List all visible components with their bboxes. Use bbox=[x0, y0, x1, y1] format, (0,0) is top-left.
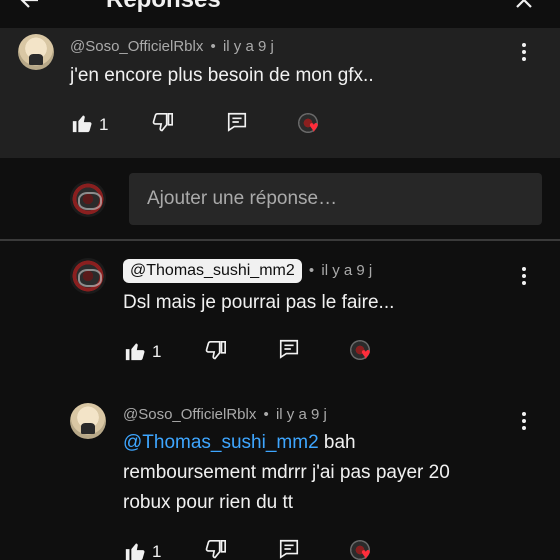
reply-input-box[interactable] bbox=[129, 173, 542, 225]
author-handle-highlighted[interactable]: @Thomas_sushi_mm2 bbox=[123, 259, 302, 283]
header: Réponses bbox=[0, 0, 560, 28]
like-count: 1 bbox=[99, 115, 109, 134]
current-user-avatar bbox=[70, 181, 106, 217]
like-count: 1 bbox=[152, 342, 162, 361]
separator-dot: • bbox=[308, 262, 315, 279]
arrow-left-icon[interactable] bbox=[18, 0, 42, 12]
reply-input[interactable] bbox=[129, 173, 542, 225]
comment-text: @Thomas_sushi_mm2 bah remboursement mdrr… bbox=[123, 432, 450, 513]
creator-heart: ♥ bbox=[350, 340, 380, 366]
mention-link[interactable]: @Thomas_sushi_mm2 bbox=[123, 432, 319, 453]
timestamp: il y a 9 j bbox=[275, 406, 327, 423]
comment-text: j'en encore plus besoin de mon gfx.. bbox=[70, 65, 374, 86]
thumbs-down-icon[interactable] bbox=[205, 340, 227, 362]
reply-icon[interactable] bbox=[278, 338, 300, 360]
close-icon[interactable] bbox=[512, 0, 536, 12]
heart-icon: ♥ bbox=[361, 346, 371, 363]
timestamp: il y a 9 j bbox=[222, 38, 274, 55]
thumbs-down-icon[interactable] bbox=[152, 112, 174, 134]
separator-dot: • bbox=[210, 38, 216, 55]
comment-meta: @Thomas_sushi_mm2 • il y a 9 j bbox=[123, 259, 372, 283]
avatar[interactable] bbox=[70, 403, 106, 439]
separator-dot: • bbox=[263, 406, 269, 423]
thumbs-up-icon[interactable] bbox=[124, 340, 146, 362]
comment-meta: @Soso_OfficielRblx • il y a 9 j bbox=[123, 406, 327, 423]
creator-heart: ♥ bbox=[350, 540, 380, 560]
comment-meta: @Soso_OfficielRblx • il y a 9 j bbox=[70, 38, 274, 55]
avatar[interactable] bbox=[18, 34, 54, 70]
reply-icon[interactable] bbox=[226, 111, 248, 133]
comment-text: Dsl mais je pourrai pas le faire... bbox=[123, 292, 395, 313]
avatar[interactable] bbox=[70, 258, 106, 294]
thumbs-up-icon[interactable] bbox=[124, 540, 146, 560]
thumbs-down-icon[interactable] bbox=[205, 539, 227, 560]
page-title: Réponses bbox=[106, 0, 221, 14]
heart-icon: ♥ bbox=[309, 119, 319, 136]
author-handle[interactable]: @Soso_OfficielRblx bbox=[70, 38, 203, 55]
author-handle[interactable]: @Soso_OfficielRblx bbox=[123, 406, 256, 423]
more-options-icon[interactable] bbox=[521, 267, 527, 287]
like-count: 1 bbox=[152, 542, 162, 560]
more-options-icon[interactable] bbox=[521, 43, 527, 63]
creator-heart: ♥ bbox=[298, 113, 328, 139]
heart-icon: ♥ bbox=[361, 546, 371, 560]
divider bbox=[0, 239, 560, 241]
timestamp: il y a 9 j bbox=[321, 262, 373, 279]
reply-icon[interactable] bbox=[278, 538, 300, 560]
thumbs-up-icon[interactable] bbox=[71, 112, 93, 134]
